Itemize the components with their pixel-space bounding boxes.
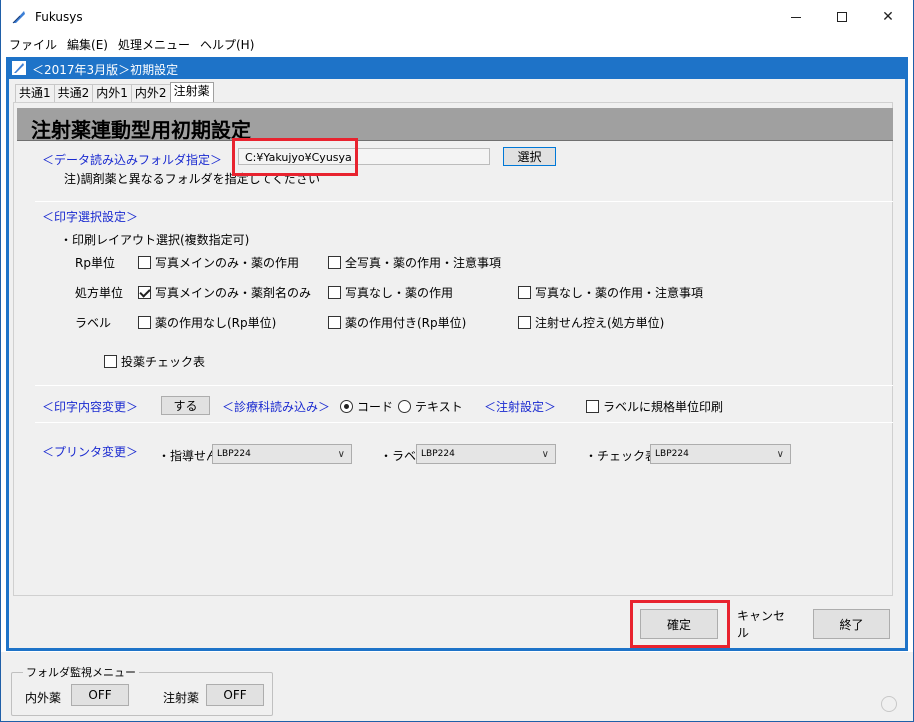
- select-value: LBP224: [421, 449, 455, 459]
- divider: [35, 385, 893, 386]
- select-folder-button[interactable]: 選択: [503, 147, 556, 166]
- prescription-unit-label: 処方単位: [75, 286, 124, 300]
- status-circle-icon: [881, 696, 897, 712]
- cancel-button[interactable]: キャンセル: [736, 609, 794, 640]
- checkbox-label: 薬の作用なし(Rp単位): [155, 316, 277, 330]
- child-window-title: ＜2017年3月版＞初期設定: [32, 63, 179, 77]
- label-with-effect-checkbox[interactable]: 薬の作用付き(Rp単位): [328, 314, 466, 331]
- menu-process[interactable]: 処理メニュー: [118, 36, 190, 53]
- radio-code[interactable]: コード: [340, 398, 393, 415]
- checkbox-box: [518, 316, 531, 329]
- checkbox-box-checked: [138, 286, 151, 299]
- checkbox-box: [328, 316, 341, 329]
- injection-setting-label: ＜注射設定＞: [484, 400, 557, 414]
- close-button[interactable]: ✕: [865, 0, 911, 34]
- maximize-button[interactable]: [819, 0, 865, 34]
- checkbox-label: 全写真・薬の作用・注意事項: [345, 256, 502, 270]
- check-printer-select[interactable]: LBP224 ∨: [650, 444, 791, 464]
- chevron-down-icon: ∨: [541, 449, 549, 460]
- divider: [35, 422, 893, 423]
- tab-strip: 共通1 共通2 内外1 内外2 注射薬: [15, 82, 214, 102]
- radio-icon: [398, 400, 411, 413]
- close-icon: ✕: [882, 9, 894, 25]
- rp-unit-label: Rp単位: [75, 256, 115, 270]
- print-change-label: ＜印字内容変更＞: [42, 400, 139, 414]
- rp-photo-main-checkbox[interactable]: 写真メインのみ・薬の作用: [138, 254, 299, 271]
- checkbox-label: 写真なし・薬の作用: [345, 286, 454, 300]
- dept-read-label: ＜診療科読み込み＞: [222, 400, 331, 414]
- divider: [35, 201, 893, 202]
- layout-select-label: ・印刷レイアウト選択(複数指定可): [60, 233, 250, 247]
- checkbox-box: [518, 286, 531, 299]
- checkbox-label: 写真メインのみ・薬剤名のみ: [155, 286, 312, 300]
- title-bar: Fukusys ✕: [1, 0, 913, 34]
- tab-common1[interactable]: 共通1: [15, 84, 55, 102]
- inner-drug-label: 内外薬: [25, 691, 62, 705]
- menu-edit[interactable]: 編集(E): [67, 36, 108, 53]
- tab-inout1[interactable]: 内外1: [92, 84, 132, 102]
- child-window-icon: [12, 61, 26, 75]
- injection-monitor-toggle[interactable]: OFF: [206, 684, 264, 706]
- checkbox-label: 投薬チェック表: [121, 355, 206, 369]
- select-value: LBP224: [655, 449, 689, 459]
- checkbox-box: [138, 316, 151, 329]
- menu-help[interactable]: ヘルプ(H): [200, 36, 254, 53]
- radio-text[interactable]: テキスト: [398, 398, 463, 415]
- tab-injection[interactable]: 注射薬: [169, 82, 214, 102]
- page-header: 注射薬連動型用初期設定: [17, 108, 893, 142]
- label-row-label: ラベル: [75, 316, 112, 330]
- print-select-label: ＜印字選択設定＞: [42, 210, 139, 224]
- minimize-button[interactable]: [773, 0, 819, 34]
- inner-drug-monitor-toggle[interactable]: OFF: [71, 684, 129, 706]
- checkbox-label: 薬の作用付き(Rp単位): [345, 316, 467, 330]
- menu-bar: ファイル 編集(E) 処理メニュー ヘルプ(H): [1, 34, 913, 54]
- app-feather-icon: [12, 11, 25, 24]
- checkbox-box: [328, 286, 341, 299]
- maximize-icon: [837, 12, 847, 22]
- folder-section-label: ＜データ読み込みフォルダ指定＞: [42, 153, 223, 167]
- minimize-icon: [791, 16, 801, 18]
- checkbox-label: 写真なし・薬の作用・注意事項: [535, 286, 704, 300]
- checkbox-box: [586, 400, 599, 413]
- injection-drug-label: 注射薬: [163, 691, 200, 705]
- folder-monitor-title: フォルダ監視メニュー: [23, 664, 139, 680]
- checkbox-box: [138, 256, 151, 269]
- guidance-printer-select[interactable]: LBP224 ∨: [212, 444, 352, 464]
- chevron-down-icon: ∨: [337, 449, 345, 460]
- page-title: 注射薬連動型用初期設定: [31, 118, 251, 142]
- checkbox-label: ラベルに規格単位印刷: [603, 400, 724, 414]
- select-value: LBP224: [217, 449, 251, 459]
- printer-change-label: ＜プリンタ変更＞: [42, 445, 139, 459]
- menu-file[interactable]: ファイル: [9, 36, 57, 53]
- checkbox-box: [104, 355, 117, 368]
- spec-unit-checkbox[interactable]: ラベルに規格単位印刷: [586, 398, 723, 415]
- rx-no-photo-effect-checkbox[interactable]: 写真なし・薬の作用: [328, 284, 453, 301]
- chevron-down-icon: ∨: [776, 449, 784, 460]
- rx-no-photo-caution-checkbox[interactable]: 写真なし・薬の作用・注意事項: [518, 284, 703, 301]
- label-no-effect-checkbox[interactable]: 薬の作用なし(Rp単位): [138, 314, 276, 331]
- path-highlight-box: [232, 138, 358, 176]
- drug-check-checkbox[interactable]: 投薬チェック表: [104, 353, 205, 370]
- rx-photo-main-name-checkbox[interactable]: 写真メインのみ・薬剤名のみ: [138, 284, 311, 301]
- exit-button[interactable]: 終了: [813, 609, 890, 639]
- tab-common2[interactable]: 共通2: [53, 84, 94, 102]
- tab-inout2[interactable]: 内外2: [130, 84, 171, 102]
- label-printer-select[interactable]: LBP224 ∨: [416, 444, 556, 464]
- ok-highlight-box: [630, 600, 730, 648]
- radio-label: テキスト: [415, 400, 463, 414]
- checkbox-label: 注射せん控え(処方単位): [535, 316, 665, 330]
- radio-selected-icon: [340, 400, 353, 413]
- print-change-button[interactable]: する: [161, 396, 210, 415]
- checkbox-box: [328, 256, 341, 269]
- folder-monitor-area: フォルダ監視メニュー 内外薬 OFF 注射薬 OFF: [0, 652, 914, 722]
- guidance-printer-label: ・指導せん: [158, 449, 219, 463]
- radio-label: コード: [357, 400, 394, 414]
- window-title: Fukusys: [35, 10, 83, 24]
- label-injection-copy-checkbox[interactable]: 注射せん控え(処方単位): [518, 314, 664, 331]
- checkbox-label: 写真メインのみ・薬の作用: [155, 256, 300, 270]
- rp-all-photo-checkbox[interactable]: 全写真・薬の作用・注意事項: [328, 254, 501, 271]
